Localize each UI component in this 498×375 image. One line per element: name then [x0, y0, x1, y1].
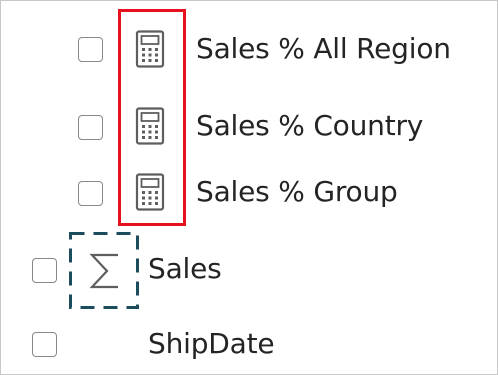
field-checkbox[interactable]: [78, 181, 103, 206]
field-label: Sales % All Region: [196, 32, 451, 65]
fields-pane: Sales % All Region Sales % Country Sales…: [0, 0, 498, 375]
field-checkbox[interactable]: [78, 115, 103, 140]
field-row-shipdate[interactable]: ShipDate: [1, 311, 497, 373]
field-label: ShipDate: [148, 327, 275, 360]
field-checkbox[interactable]: [32, 332, 57, 357]
highlight-box-red: [118, 9, 186, 226]
field-row-sales-pct-all-region[interactable]: Sales % All Region: [1, 16, 497, 78]
field-checkbox[interactable]: [32, 258, 57, 283]
field-row-sales-pct-country[interactable]: Sales % Country: [1, 94, 497, 156]
field-row-sales-pct-group[interactable]: Sales % Group: [1, 161, 497, 223]
field-label: Sales % Group: [196, 175, 398, 208]
field-label: Sales: [148, 252, 222, 285]
highlight-box-dashed: [69, 232, 139, 309]
field-checkbox[interactable]: [78, 37, 103, 62]
field-label: Sales % Country: [196, 109, 424, 142]
